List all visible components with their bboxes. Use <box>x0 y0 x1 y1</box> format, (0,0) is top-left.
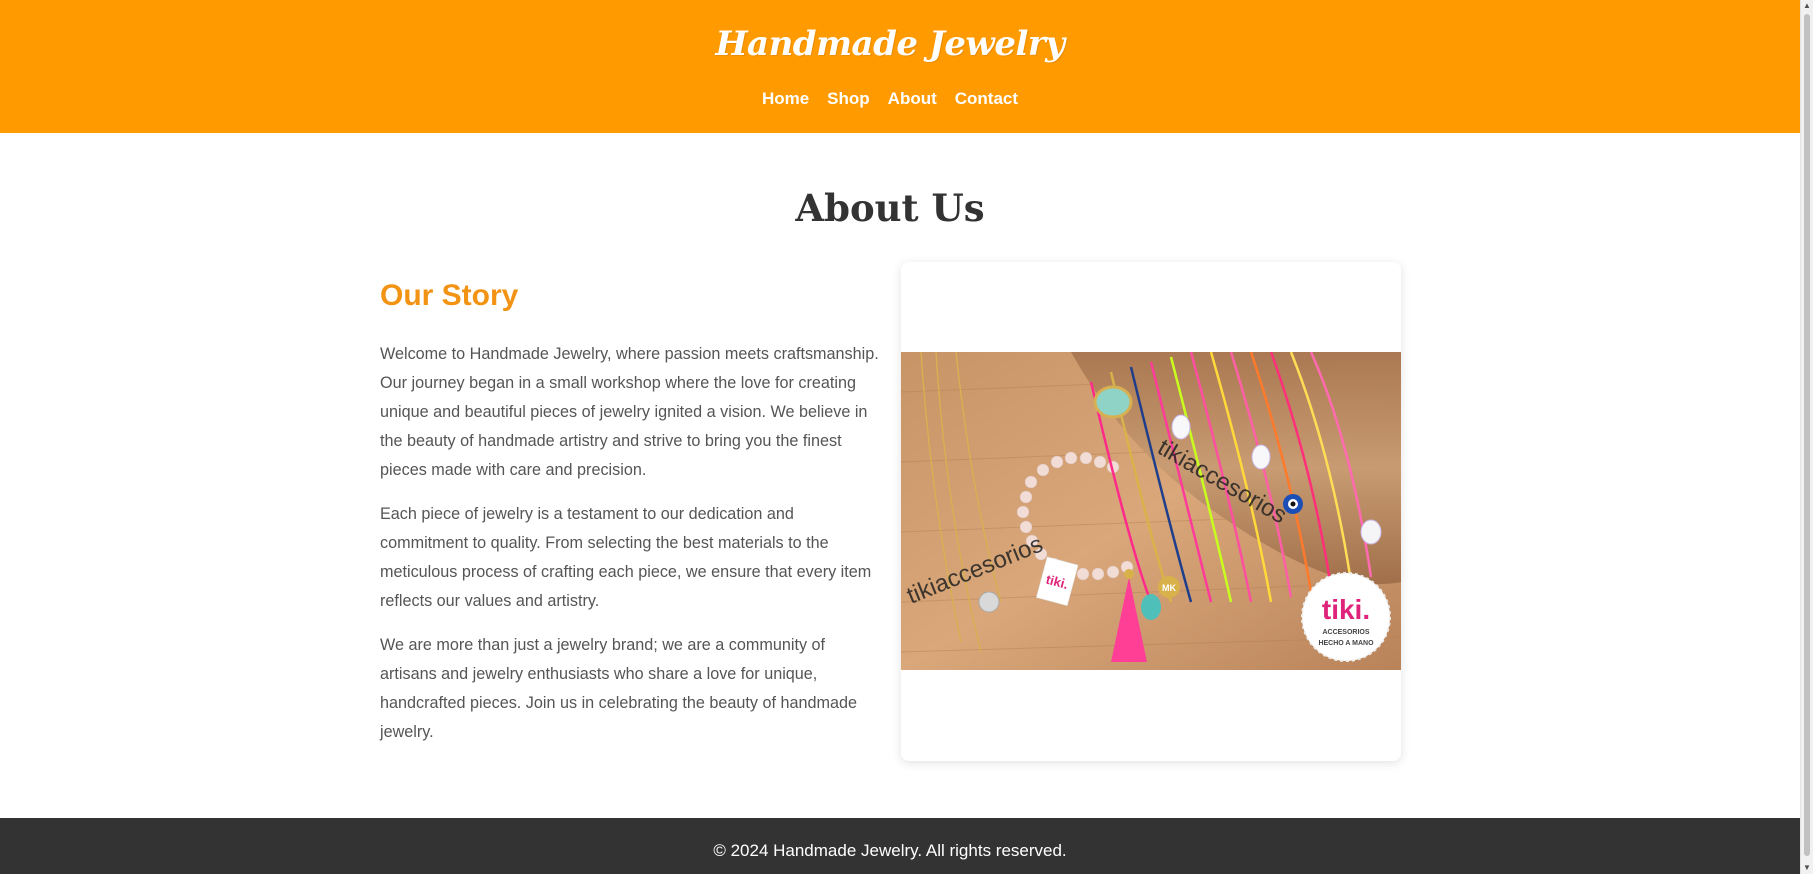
page: Handmade Jewelry Home Shop About Contact… <box>0 0 1800 874</box>
scrollbar-thumb[interactable] <box>1804 14 1810 856</box>
nav-link-home[interactable]: Home <box>762 89 809 109</box>
our-story-heading: Our Story <box>380 279 519 312</box>
our-story-section: Our Story Welcome to Handmade Jewelry, w… <box>380 276 880 762</box>
site-header: Handmade Jewelry Home Shop About Contact <box>0 0 1800 133</box>
logo-subtitle: HECHO A MANO <box>1318 640 1374 647</box>
jewelry-photo: tiki. MK tikiaccesorios tikiaccesorios t… <box>901 352 1401 670</box>
nav-link-about[interactable]: About <box>888 89 937 109</box>
scroll-down-icon[interactable]: ▼ <box>1801 862 1813 874</box>
pendant-text: MK <box>1162 583 1176 593</box>
story-paragraph: Each piece of jewelry is a testament to … <box>380 505 872 610</box>
logo-subtitle: ACCESORIOS <box>1322 629 1369 636</box>
site-logo[interactable]: Handmade Jewelry <box>0 24 1780 64</box>
logo-text: tiki. <box>1322 594 1370 625</box>
scroll-up-icon[interactable]: ▲ <box>1801 0 1813 12</box>
page-title: About Us <box>795 186 985 230</box>
vertical-scrollbar[interactable]: ▲ ▼ <box>1800 0 1813 874</box>
about-image-card: tiki. MK tikiaccesorios tikiaccesorios t… <box>901 262 1401 761</box>
story-paragraph: We are more than just a jewelry brand; w… <box>380 636 857 741</box>
story-paragraph: Welcome to Handmade Jewelry, where passi… <box>380 345 879 479</box>
nav-link-shop[interactable]: Shop <box>827 89 870 109</box>
copyright-text: © 2024 Handmade Jewelry. All rights rese… <box>713 841 1067 860</box>
site-footer: © 2024 Handmade Jewelry. All rights rese… <box>0 818 1800 874</box>
main-nav: Home Shop About Contact <box>0 89 1780 109</box>
nav-link-contact[interactable]: Contact <box>955 89 1018 109</box>
